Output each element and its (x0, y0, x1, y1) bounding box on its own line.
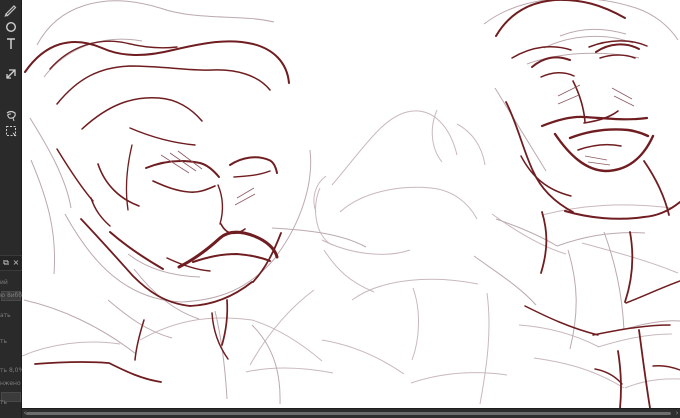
scroll-thumb[interactable] (26, 412, 671, 415)
lasso-tool-icon[interactable] (3, 108, 19, 124)
horizontal-scrollbar[interactable]: ‹ › (22, 408, 680, 418)
sidebar-label-3: ать (0, 312, 11, 319)
ellipse-tool-icon[interactable] (3, 19, 19, 35)
layers-panel-tab[interactable]: ⧉ × (0, 255, 22, 271)
left-toolbar: ⧉ × ий ю 8ибб ать ть ть 8,0% нжено в ть (0, 0, 22, 418)
scroll-right-icon[interactable]: › (674, 409, 680, 418)
sidebar-label-2: ю 8ибб (0, 292, 22, 299)
sidebar-label-1: ий (0, 279, 8, 286)
drawing-app-window: ⧉ × ий ю 8ибб ать ть ть 8,0% нжено в ть (0, 0, 680, 418)
selection-tool-icon[interactable] (3, 123, 19, 139)
sidebar-label-4: ть (0, 338, 8, 345)
pen-tool-icon[interactable] (3, 2, 19, 18)
text-tool-icon[interactable] (3, 36, 19, 52)
sketch-artwork (22, 0, 680, 408)
panel-copy-icon[interactable]: ⧉ (1, 256, 11, 270)
transform-tool-icon[interactable] (3, 66, 19, 82)
panel-close-icon[interactable]: × (11, 256, 21, 270)
drawing-canvas[interactable] (22, 0, 680, 408)
sidebar-label-6: нжено в (0, 380, 22, 387)
sidebar-label-7: ть (0, 399, 8, 406)
sidebar-label-5: ть 8,0% (0, 367, 22, 374)
